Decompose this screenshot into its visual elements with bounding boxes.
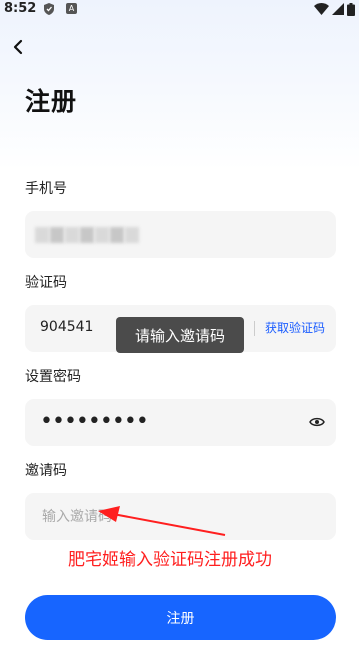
back-arrow-icon[interactable] — [10, 38, 28, 56]
password-value: ••••••••• — [40, 409, 149, 434]
wifi-icon — [314, 3, 329, 15]
page-title: 注册 — [25, 87, 78, 116]
status-bar: 8:52 A — [0, 0, 359, 18]
a-notification-icon: A — [66, 3, 77, 14]
password-field[interactable]: ••••••••• — [25, 399, 336, 446]
toast-message: 请输入邀请码 — [116, 317, 244, 353]
invite-input[interactable] — [40, 506, 294, 528]
get-code-button[interactable]: 获取验证码 — [265, 319, 325, 336]
phone-label: 手机号 — [25, 181, 67, 197]
eye-icon[interactable] — [309, 415, 325, 429]
register-button[interactable]: 注册 — [25, 595, 336, 640]
password-label: 设置密码 — [25, 369, 81, 385]
blurred-phone-number — [35, 227, 140, 243]
status-time: 8:52 — [4, 1, 37, 16]
status-right-icons — [314, 2, 355, 16]
verification-label: 验证码 — [25, 275, 67, 291]
divider — [254, 321, 255, 336]
battery-icon — [347, 2, 355, 16]
verification-value: 904541 — [40, 319, 94, 335]
shield-icon — [44, 3, 54, 15]
invite-label: 邀请码 — [25, 463, 67, 479]
signal-icon — [332, 3, 344, 15]
invite-field[interactable] — [25, 493, 336, 540]
phone-field[interactable] — [25, 211, 336, 258]
annotation-text: 肥宅姬输入验证码注册成功 — [68, 550, 272, 570]
